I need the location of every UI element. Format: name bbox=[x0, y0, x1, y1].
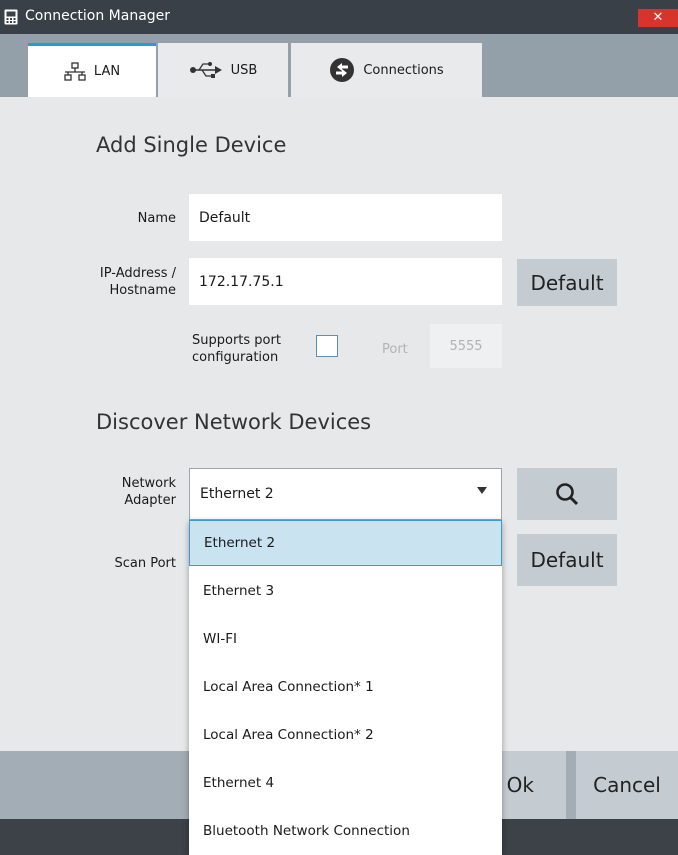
adapter-label-line1: Network bbox=[121, 476, 176, 491]
supports-port-checkbox[interactable] bbox=[316, 335, 338, 357]
search-button[interactable] bbox=[517, 468, 617, 520]
supports-line2: configuration bbox=[192, 350, 279, 365]
tab-lan[interactable]: LAN bbox=[28, 43, 156, 97]
search-icon bbox=[556, 483, 579, 506]
tab-usb-label: USB bbox=[230, 62, 258, 78]
scan-port-label: Scan Port bbox=[114, 556, 176, 571]
port-field: 5555 bbox=[430, 324, 502, 368]
connection-manager-window: Connection Manager ✕ LAN USB Connections… bbox=[0, 0, 678, 855]
ip-default-button[interactable]: Default bbox=[517, 259, 617, 306]
name-field[interactable]: Default bbox=[189, 194, 502, 241]
app-icon bbox=[4, 9, 18, 25]
discover-network-devices-heading: Discover Network Devices bbox=[96, 410, 372, 434]
connections-icon bbox=[330, 58, 355, 82]
ip-label-line2: Hostname bbox=[109, 283, 176, 298]
dropdown-option-wifi[interactable]: WI-FI bbox=[189, 616, 502, 662]
port-value: 5555 bbox=[449, 338, 483, 354]
port-label: Port bbox=[382, 342, 408, 357]
close-icon: ✕ bbox=[652, 10, 664, 25]
network-adapter-select[interactable]: Ethernet 2 bbox=[189, 468, 502, 520]
name-label: Name bbox=[137, 211, 176, 226]
title-bar: Connection Manager ✕ bbox=[0, 0, 678, 34]
network-icon bbox=[64, 61, 86, 81]
tab-lan-label: LAN bbox=[93, 64, 121, 79]
ip-address-field[interactable]: 172.17.75.1 bbox=[189, 258, 502, 305]
window-title: Connection Manager bbox=[25, 8, 171, 24]
network-adapter-value: Ethernet 2 bbox=[200, 486, 274, 502]
adapter-label-line2: Adapter bbox=[124, 493, 176, 508]
name-value: Default bbox=[199, 209, 251, 226]
network-adapter-label: Network Adapter bbox=[80, 475, 176, 509]
network-adapter-dropdown: Ethernet 2 Ethernet 3 WI-FI Local Area C… bbox=[189, 520, 502, 855]
ip-address-label: IP-Address / Hostname bbox=[70, 265, 176, 299]
dropdown-option-local-area-1[interactable]: Local Area Connection* 1 bbox=[189, 664, 502, 710]
tab-bar: LAN USB Connections bbox=[0, 34, 678, 97]
dropdown-option-local-area-2[interactable]: Local Area Connection* 2 bbox=[189, 712, 502, 758]
ip-address-value: 172.17.75.1 bbox=[199, 273, 284, 290]
dropdown-option-ethernet-3[interactable]: Ethernet 3 bbox=[189, 568, 502, 614]
supports-port-label: Supports port configuration bbox=[192, 332, 302, 366]
cancel-button[interactable]: Cancel bbox=[576, 751, 678, 819]
usb-icon bbox=[189, 62, 222, 78]
close-button[interactable]: ✕ bbox=[638, 9, 678, 27]
scan-port-default-button[interactable]: Default bbox=[517, 534, 617, 586]
supports-line1: Supports port bbox=[192, 333, 281, 348]
dropdown-option-bluetooth[interactable]: Bluetooth Network Connection bbox=[189, 808, 502, 854]
ip-label-line1: IP-Address / bbox=[99, 266, 176, 281]
tab-connections-label: Connections bbox=[363, 62, 444, 78]
tab-usb[interactable]: USB bbox=[158, 43, 288, 97]
tab-connections[interactable]: Connections bbox=[291, 43, 482, 97]
dropdown-option-ethernet-4[interactable]: Ethernet 4 bbox=[189, 760, 502, 806]
add-single-device-heading: Add Single Device bbox=[96, 133, 287, 157]
dropdown-option-ethernet-2[interactable]: Ethernet 2 bbox=[189, 520, 502, 566]
chevron-down-icon bbox=[477, 487, 487, 494]
